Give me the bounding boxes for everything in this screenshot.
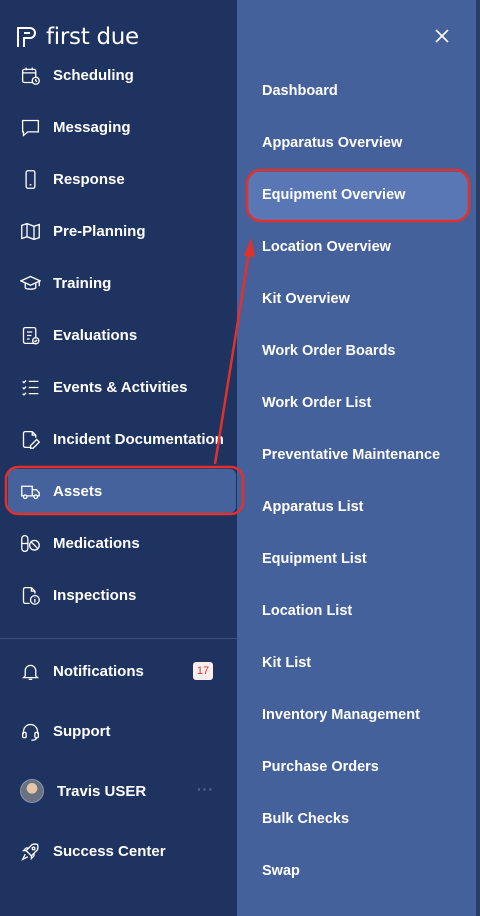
submenu-item-work-order-list[interactable]: Work Order List	[262, 389, 371, 417]
nav-label: Pre-Planning	[53, 222, 146, 240]
notification-count-badge: 17	[193, 662, 213, 680]
nav-item-incident-documentation[interactable]: Incident Documentation	[8, 417, 236, 461]
submenu-item-purchase-orders[interactable]: Purchase Orders	[262, 753, 379, 781]
rocket-icon	[21, 842, 39, 861]
nav-label: Incident Documentation	[53, 430, 224, 448]
pills-icon	[21, 534, 40, 552]
submenu-item-kit-overview[interactable]: Kit Overview	[262, 285, 350, 313]
document-info-icon	[22, 586, 40, 605]
nav-label: Assets	[53, 482, 103, 500]
submenu-item-kit-list[interactable]: Kit List	[262, 649, 311, 677]
user-name: Travis USER	[57, 782, 147, 800]
brand-name: first due	[46, 24, 139, 50]
nav-item-evaluations[interactable]: Evaluations	[8, 313, 236, 357]
first-due-logo[interactable]: first due	[16, 24, 139, 50]
nav-label: Support	[53, 722, 111, 740]
submenu-item-dashboard[interactable]: Dashboard	[262, 77, 338, 105]
graduation-cap-icon	[20, 275, 41, 290]
submenu-item-equipment-overview[interactable]: Equipment Overview	[262, 181, 405, 209]
submenu-item-inventory-management[interactable]: Inventory Management	[262, 701, 420, 729]
nav-label: Events & Activities	[53, 378, 188, 396]
calendar-icon	[21, 67, 40, 85]
nav-label: Notifications	[53, 662, 144, 680]
chat-bubble-icon	[21, 119, 40, 137]
nav-label: Inspections	[53, 586, 137, 604]
nav-item-user-profile[interactable]: Travis USER ···	[8, 769, 236, 813]
document-edit-icon	[22, 430, 41, 449]
map-icon	[21, 222, 40, 240]
submenu-item-bulk-checks[interactable]: Bulk Checks	[262, 805, 349, 833]
nav-item-pre-planning[interactable]: Pre-Planning	[8, 209, 236, 253]
submenu-item-location-list[interactable]: Location List	[262, 597, 352, 625]
submenu-item-equipment-list[interactable]: Equipment List	[262, 545, 367, 573]
clipboard-check-icon	[22, 326, 40, 344]
nav-item-response[interactable]: Response	[8, 157, 236, 201]
nav-label: Training	[53, 274, 112, 292]
panel-edge	[476, 0, 480, 916]
close-icon[interactable]	[430, 24, 454, 48]
nav-label: Messaging	[53, 118, 131, 136]
more-options-icon[interactable]: ···	[197, 781, 214, 797]
nav-item-support[interactable]: Support	[8, 709, 236, 753]
submenu-item-location-overview[interactable]: Location Overview	[262, 233, 391, 261]
mobile-phone-icon	[25, 169, 36, 189]
first-due-logo-icon	[17, 27, 36, 47]
nav-item-training[interactable]: Training	[8, 261, 236, 305]
headset-icon	[21, 723, 40, 741]
nav-label: Scheduling	[53, 66, 134, 84]
truck-icon	[21, 485, 40, 499]
checklist-icon	[22, 379, 39, 396]
nav-label: Success Center	[53, 842, 166, 860]
nav-label: Response	[53, 170, 125, 188]
submenu-item-swap[interactable]: Swap	[262, 857, 300, 885]
nav-item-success-center[interactable]: Success Center	[8, 829, 236, 873]
nav-item-assets[interactable]: Assets	[8, 469, 236, 513]
submenu-item-apparatus-overview[interactable]: Apparatus Overview	[262, 129, 402, 157]
nav-item-notifications[interactable]: Notifications 17	[8, 649, 236, 693]
nav-label: Medications	[53, 534, 140, 552]
submenu-item-work-order-boards[interactable]: Work Order Boards	[262, 337, 396, 365]
nav-item-events-activities[interactable]: Events & Activities	[8, 365, 236, 409]
nav-item-medications[interactable]: Medications	[8, 521, 236, 565]
nav-item-messaging[interactable]: Messaging	[8, 105, 236, 149]
submenu-item-preventative-maintenance[interactable]: Preventative Maintenance	[262, 441, 440, 469]
submenu-item-apparatus-list[interactable]: Apparatus List	[262, 493, 364, 521]
nav-label: Evaluations	[53, 326, 138, 344]
avatar	[20, 779, 44, 803]
bell-icon	[21, 664, 40, 680]
sidebar-divider	[0, 638, 237, 639]
nav-item-scheduling[interactable]: Scheduling	[8, 53, 236, 97]
nav-item-inspections[interactable]: Inspections	[8, 573, 236, 617]
